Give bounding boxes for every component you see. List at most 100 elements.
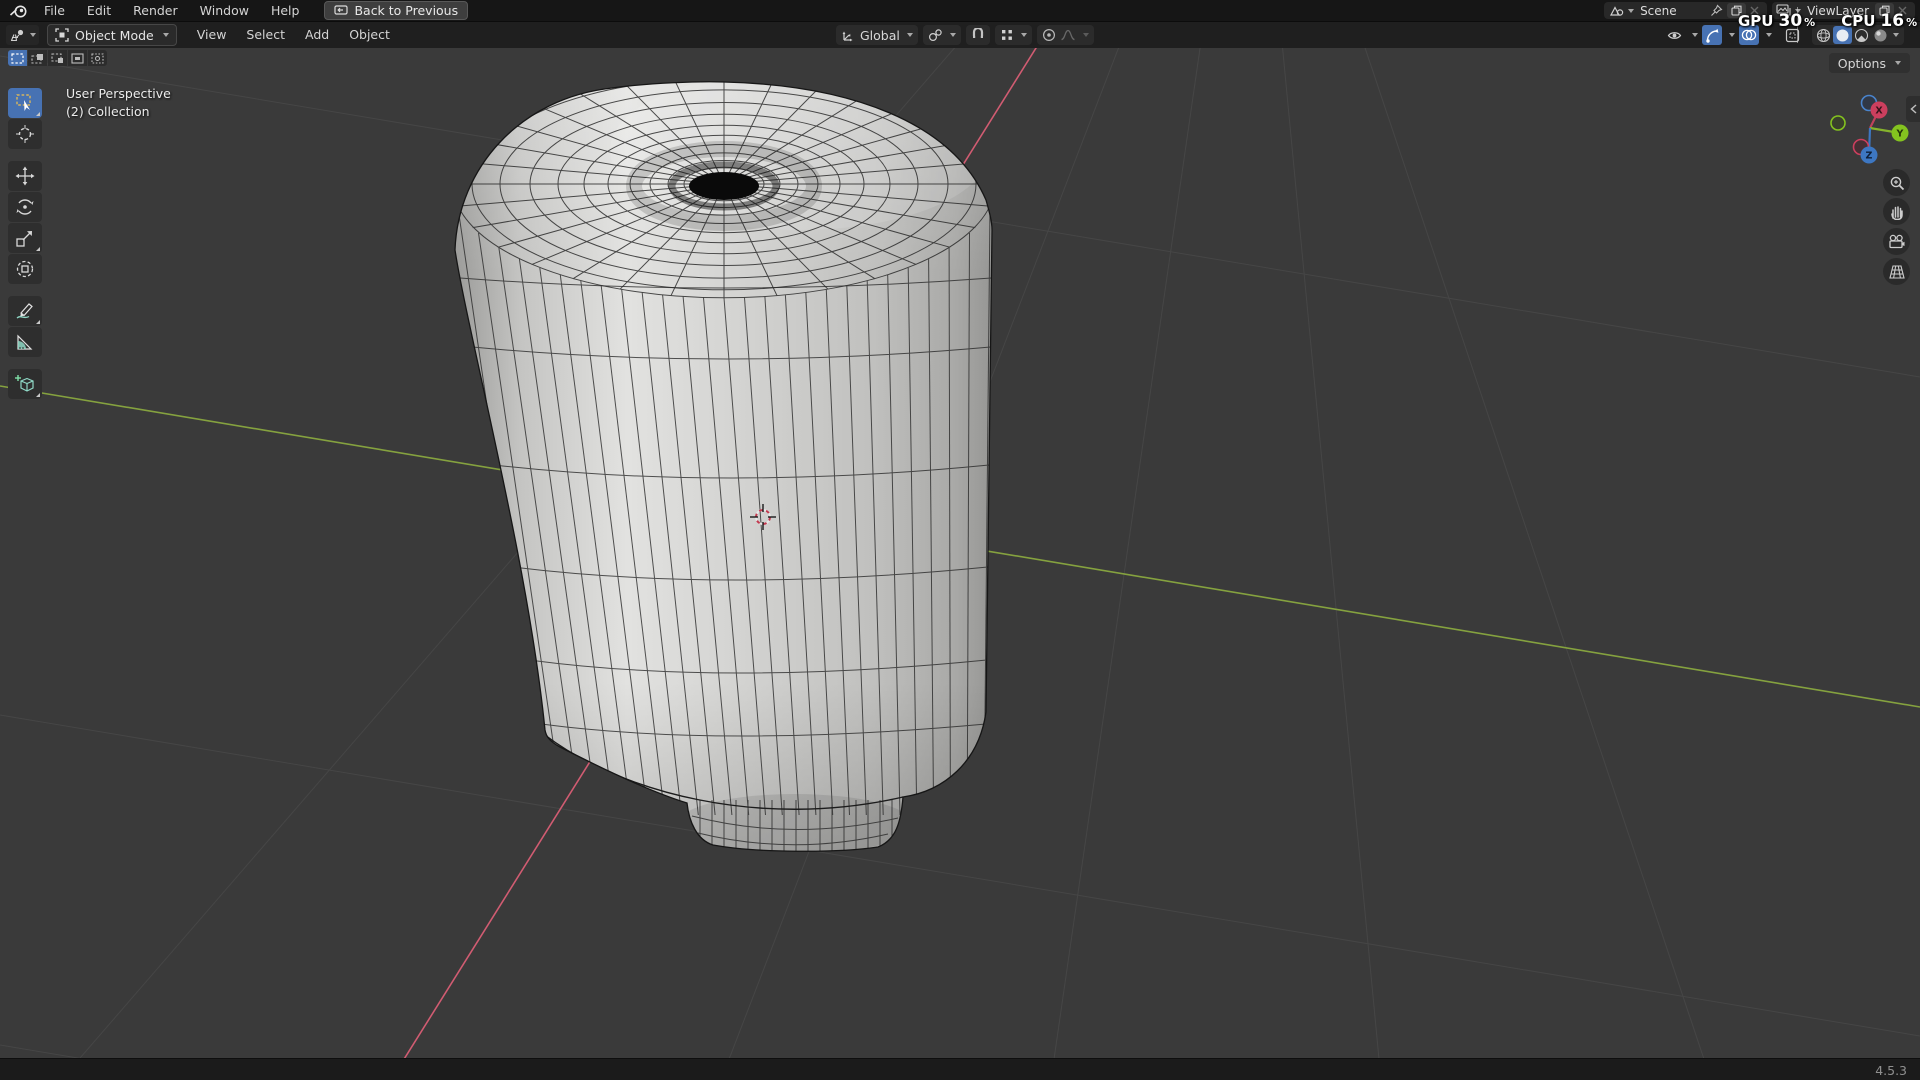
scale-tool[interactable] <box>8 223 42 253</box>
statusbar: 4.5.3 <box>0 1058 1920 1080</box>
measure-tool-icon <box>17 334 33 350</box>
chevron-down-icon <box>1895 61 1901 65</box>
snap-target-dropdown[interactable] <box>994 25 1032 45</box>
toolbar <box>8 88 42 400</box>
menu-render[interactable]: Render <box>122 0 189 21</box>
gpu-label: GPU <box>1738 12 1774 30</box>
menu-help[interactable]: Help <box>260 0 311 21</box>
move-tool[interactable] <box>8 161 42 191</box>
snap-toggle[interactable] <box>965 25 990 45</box>
ortho-grid-icon <box>1888 264 1905 279</box>
gizmo-icon <box>1705 28 1718 43</box>
mode-label: Object Mode <box>75 27 154 43</box>
menu-window[interactable]: Window <box>189 0 260 21</box>
cpu-value: 16 <box>1880 11 1905 31</box>
zoom-view-button[interactable] <box>1883 169 1910 196</box>
ortho-toggle-button[interactable] <box>1883 258 1910 285</box>
proportional-editing-group[interactable] <box>1036 25 1094 45</box>
chevron-down-icon <box>162 33 169 37</box>
menu-edit[interactable]: Edit <box>76 0 122 21</box>
annotate-tool[interactable] <box>8 296 42 326</box>
select-mode-set[interactable] <box>8 50 27 66</box>
orientation-label: Global <box>860 27 900 43</box>
rotate-tool-icon <box>16 199 34 215</box>
chevron-down-icon <box>1082 33 1089 37</box>
chevron-down-icon[interactable] <box>1692 33 1698 37</box>
menu-object[interactable]: Object <box>339 22 400 48</box>
back-icon <box>334 5 349 15</box>
back-to-previous-button[interactable]: Back to Previous <box>324 1 469 20</box>
chevron-down-icon <box>949 33 956 37</box>
gizmo-z-label: Z <box>1866 151 1873 162</box>
cpu-label: CPU <box>1841 12 1876 30</box>
options-button[interactable]: Options <box>1828 53 1910 73</box>
cpu-unit: % <box>1906 16 1918 29</box>
topbar: File Edit Render Window Help Back to Pre… <box>0 0 1920 21</box>
chevron-down-icon <box>1020 33 1027 37</box>
transform-tool[interactable] <box>8 254 42 284</box>
select-box-tool[interactable] <box>8 88 42 118</box>
transform-tool-icon <box>16 260 34 278</box>
camera-view-button[interactable] <box>1883 228 1910 255</box>
blender-window: Options User Perspective (2) Collection … <box>0 0 1920 1080</box>
select-mode-subtract[interactable] <box>48 50 67 66</box>
select-mode-invert[interactable] <box>68 50 87 66</box>
blender-logo[interactable] <box>9 3 29 19</box>
gizmo-x-label: X <box>1875 106 1883 117</box>
proportional-falloff-icon <box>1061 29 1075 41</box>
select-mode-row <box>8 50 107 66</box>
visibility-icon <box>1667 31 1681 39</box>
measure-tool[interactable] <box>8 327 42 357</box>
chevron-down-icon[interactable] <box>1729 33 1735 37</box>
object-visibility-dropdown[interactable] <box>1665 25 1685 45</box>
chevron-down-icon[interactable] <box>1766 33 1772 37</box>
editor-type-selector[interactable] <box>6 25 39 45</box>
collapse-sidebar-tab[interactable] <box>1906 96 1920 122</box>
scene-icon <box>1610 6 1624 16</box>
show-gizmo-toggle[interactable] <box>1702 25 1722 45</box>
scale-tool-icon <box>16 231 32 247</box>
gpu-unit: % <box>1804 16 1816 29</box>
cursor-tool-icon <box>16 125 34 143</box>
mode-dropdown[interactable]: Object Mode <box>47 24 177 46</box>
select-mode-intersect[interactable] <box>88 50 107 66</box>
cursor-tool[interactable] <box>8 119 42 149</box>
menu-file[interactable]: File <box>33 0 76 21</box>
chevron-down-icon <box>30 33 36 37</box>
scene-name[interactable]: Scene <box>1634 4 1706 18</box>
collapse-sidebar-icon <box>1909 104 1916 114</box>
snap-target-icon <box>1001 30 1012 40</box>
camera-view-icon <box>1889 234 1905 249</box>
object-mode-icon <box>55 28 69 42</box>
menu-view[interactable]: View <box>187 22 237 48</box>
proportional-editing-icon <box>1042 28 1055 42</box>
axis-gizmo[interactable]: X Y Z <box>1828 82 1918 172</box>
annotate-tool-icon <box>16 303 33 319</box>
menu-add[interactable]: Add <box>295 22 339 48</box>
view-perspective-label: User Perspective <box>66 86 171 101</box>
editor-type-icon <box>10 29 24 41</box>
rotate-tool[interactable] <box>8 192 42 222</box>
pan-icon <box>1890 205 1903 220</box>
move-tool-icon <box>15 166 35 186</box>
menu-select[interactable]: Select <box>236 22 295 48</box>
pan-view-button[interactable] <box>1883 198 1910 225</box>
viewport-header: Object Mode View Select Add Object Globa… <box>0 21 1920 48</box>
options-label: Options <box>1837 55 1886 71</box>
pivot-point-dropdown[interactable] <box>922 25 961 45</box>
pin-icon[interactable] <box>1710 4 1723 17</box>
back-to-previous-label: Back to Previous <box>354 3 459 18</box>
crosshair-3d-cursor <box>750 504 776 530</box>
transform-orientation-icon <box>842 31 853 42</box>
active-collection-label: (2) Collection <box>66 104 150 119</box>
select-mode-extend[interactable] <box>28 50 47 66</box>
add-cube-tool-icon <box>15 375 34 392</box>
chevron-down-icon <box>906 33 913 37</box>
gizmo-axis-y-neg[interactable] <box>1830 115 1846 131</box>
snap-magnet-icon <box>972 28 983 38</box>
pivot-point-icon <box>928 29 942 42</box>
transform-orientation-dropdown[interactable]: Global <box>836 25 918 45</box>
chevron-down-icon[interactable] <box>1893 33 1899 37</box>
add-cube-tool[interactable] <box>8 369 42 399</box>
viewport-3d[interactable]: Options User Perspective (2) Collection … <box>0 47 1920 1058</box>
